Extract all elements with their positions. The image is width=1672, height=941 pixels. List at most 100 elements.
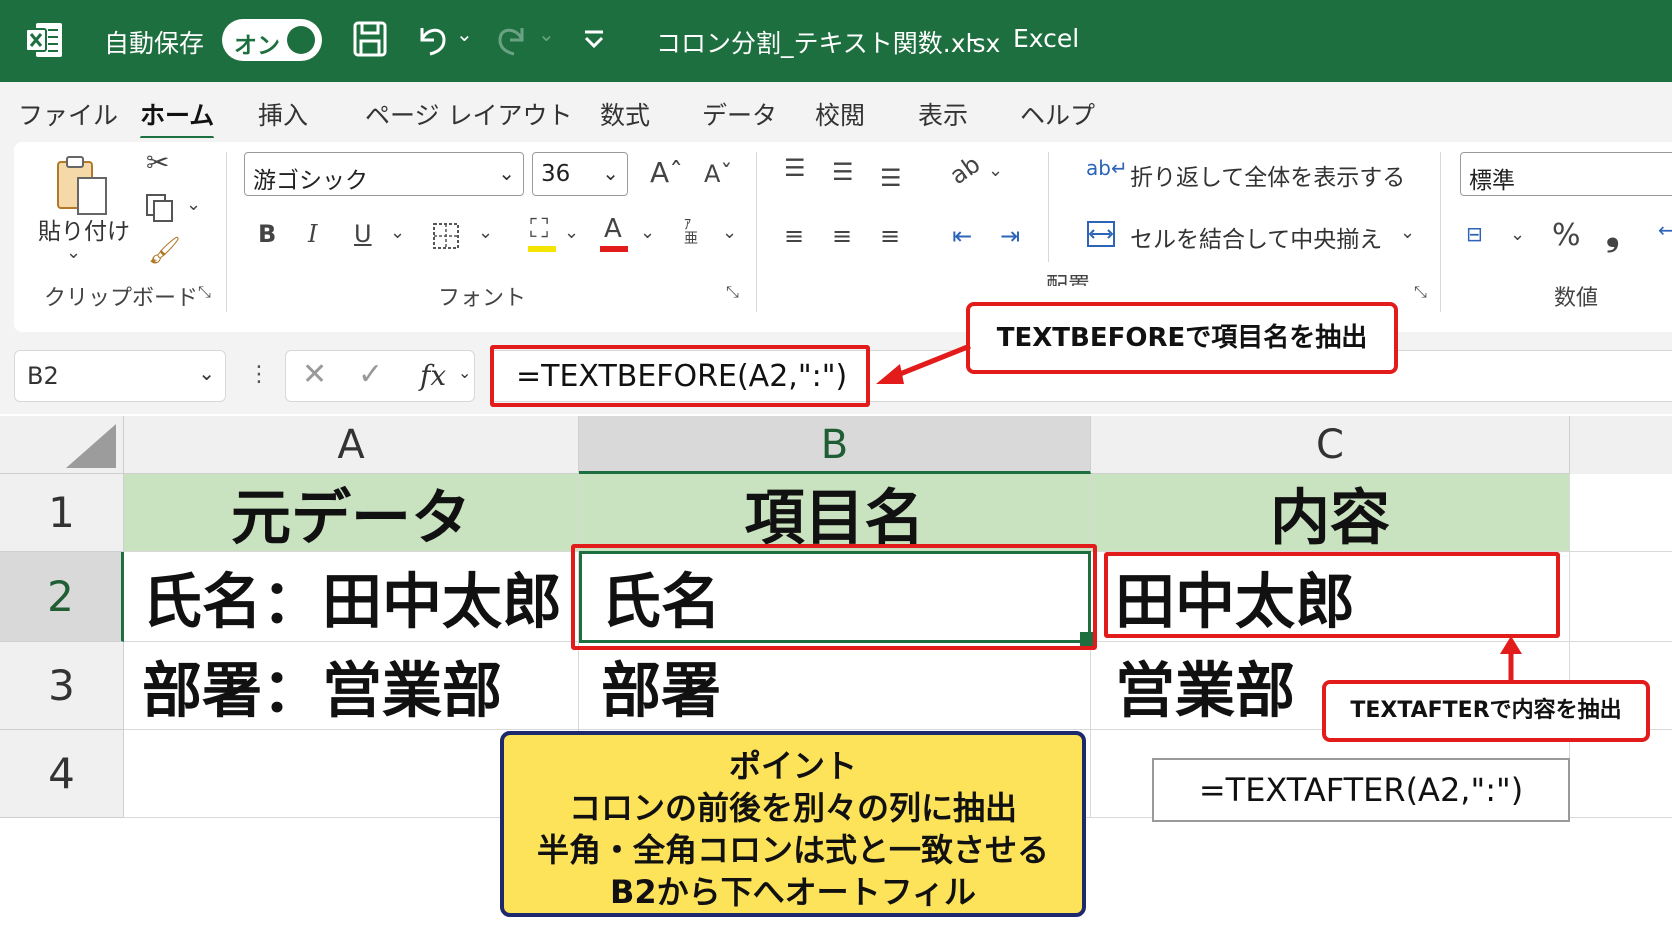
fill-color-dropdown-icon[interactable]: ⌄ [564,222,579,243]
alignment-launcher-icon[interactable]: ⤡ [1414,282,1427,302]
cell-a3[interactable]: 部署：営業部 [124,642,579,730]
tab-home[interactable]: ホーム [140,96,215,140]
cancel-icon[interactable]: ✕ [302,357,327,392]
copy-dropdown-icon[interactable]: ⌄ [186,194,201,215]
cell-b3-text: 部署 [601,656,721,726]
phonetic-icon[interactable]: ｱ亜 [684,218,698,246]
underline-dropdown-icon[interactable]: ⌄ [390,222,405,243]
orientation-icon[interactable]: ab [945,150,986,190]
number-format-value: 標準 [1469,168,1515,194]
font-launcher-icon[interactable]: ⤡ [726,282,739,302]
select-all-corner[interactable] [0,416,124,474]
merge-center-button[interactable]: セルを結合して中央揃え [1130,220,1382,254]
borders-dropdown-icon[interactable]: ⌄ [478,222,493,243]
cell-b3[interactable]: 部署 [579,642,1091,730]
tab-data[interactable]: データ [702,96,777,132]
increase-decimal-icon[interactable]: ←.0 [1658,218,1672,242]
font-name-combo[interactable]: 游ゴシック ⌄ [244,152,524,196]
cell-a1[interactable]: 元データ [124,474,579,553]
borders-icon[interactable] [432,222,460,250]
cell-d1[interactable] [1570,474,1672,552]
format-painter-icon[interactable]: 🖌 [148,236,181,266]
tab-help[interactable]: ヘルプ [1020,96,1095,132]
row-header-3[interactable]: 3 [0,642,124,730]
insert-function-icon[interactable]: fx [420,359,446,392]
decrease-font-size-icon[interactable]: Aˇ [704,160,732,188]
cell-c1[interactable]: 内容 [1091,474,1570,553]
wrap-text-button[interactable]: 折り返して全体を表示する [1130,158,1405,192]
tab-review[interactable]: 校閲 [815,96,865,132]
row-header-1[interactable]: 1 [0,474,124,552]
percent-style-icon[interactable]: % [1552,218,1581,253]
app-name: Excel [1013,24,1080,53]
align-right-icon[interactable]: ≡ [880,222,900,250]
autosave-label: 自動保存 [104,29,205,58]
column-header-a[interactable]: A [124,416,579,474]
column-header-b[interactable]: B [579,416,1091,474]
clipboard-launcher-icon[interactable]: ⤡ [198,282,211,302]
name-box-dropdown-icon[interactable]: ⌄ [198,361,215,385]
tab-page-layout[interactable]: ページ レイアウト [365,96,572,132]
paste-dropdown-icon[interactable]: ⌄ [66,242,81,263]
undo-icon[interactable] [412,18,452,58]
font-name-dropdown-icon[interactable]: ⌄ [498,161,515,185]
font-color-icon[interactable]: A [604,214,622,244]
accounting-dropdown-icon[interactable]: ⌄ [1510,224,1525,245]
merge-center-icon[interactable] [1086,220,1116,248]
merge-center-dropdown-icon[interactable]: ⌄ [1400,222,1415,243]
bold-icon[interactable]: B [258,220,276,248]
align-center-icon[interactable]: ≡ [832,222,852,250]
row-header-4[interactable]: 4 [0,730,124,818]
underline-icon[interactable]: U [354,220,372,248]
fill-color-icon[interactable]: ⛶ [530,214,548,245]
paste-label[interactable]: 貼り付け [38,212,130,246]
group-separator [756,152,757,312]
cell-a2[interactable]: 氏名：田中太郎 [124,552,579,642]
point-note-line-2: 半角・全角コロンは式と一致させる [536,831,1049,869]
font-size-combo[interactable]: 36 ⌄ [532,152,628,196]
formula-text: =TEXTBEFORE(A2,":") [516,359,848,394]
undo-dropdown-icon[interactable]: ⌄ [456,22,473,46]
cell-d2[interactable] [1570,552,1672,642]
tab-view[interactable]: 表示 [918,96,968,132]
autosave-toggle[interactable]: オン [222,19,322,61]
formula-bar-grip-icon[interactable]: ⋮ [248,362,270,387]
comma-style-icon[interactable]: ❟ [1606,214,1619,254]
title-separator: - [968,24,978,53]
increase-font-size-icon[interactable]: Aˆ [650,156,683,189]
wrap-text-icon[interactable]: ab↵ [1086,156,1128,180]
tab-insert[interactable]: 挿入 [258,96,308,132]
increase-indent-icon[interactable]: ⇥ [1000,222,1020,250]
redo-dropdown-icon: ⌄ [538,22,555,46]
cell-d4[interactable] [1570,730,1672,818]
row-header-2[interactable]: 2 [0,552,124,642]
column-header-d-partial[interactable] [1570,416,1672,475]
save-icon[interactable] [352,20,388,58]
cell-a3-text: 部署：営業部 [142,656,502,726]
column-header-c[interactable]: C [1091,416,1570,474]
align-top-icon[interactable]: ☰ [784,154,806,182]
customize-qat-icon[interactable] [582,28,606,52]
number-format-combo[interactable]: 標準 [1460,152,1672,196]
orientation-dropdown-icon[interactable]: ⌄ [988,160,1003,181]
tab-formulas[interactable]: 数式 [600,96,650,132]
phonetic-dropdown-icon[interactable]: ⌄ [722,222,737,243]
accounting-format-icon[interactable]: ⊟ [1466,222,1483,246]
font-size-dropdown-icon[interactable]: ⌄ [602,161,619,185]
tab-file[interactable]: ファイル [18,96,118,132]
align-left-icon[interactable]: ≡ [784,222,804,250]
name-box[interactable]: B2 ⌄ [14,350,226,402]
align-middle-icon[interactable]: ☰ [832,158,854,186]
align-bottom-icon[interactable]: ☰ [880,164,902,192]
paste-icon[interactable] [54,154,110,218]
font-group-label: フォント [438,286,527,311]
decrease-indent-icon[interactable]: ⇤ [952,222,972,250]
cut-icon[interactable]: ✂ [146,146,169,179]
font-color-dropdown-icon[interactable]: ⌄ [640,222,655,243]
group-separator [1440,152,1441,312]
copy-icon[interactable] [144,192,176,224]
fx-dropdown-icon[interactable]: ⌄ [458,363,471,382]
italic-icon[interactable]: I [308,220,317,248]
enter-icon[interactable]: ✓ [358,357,383,392]
cell-b1[interactable]: 項目名 [579,474,1091,553]
